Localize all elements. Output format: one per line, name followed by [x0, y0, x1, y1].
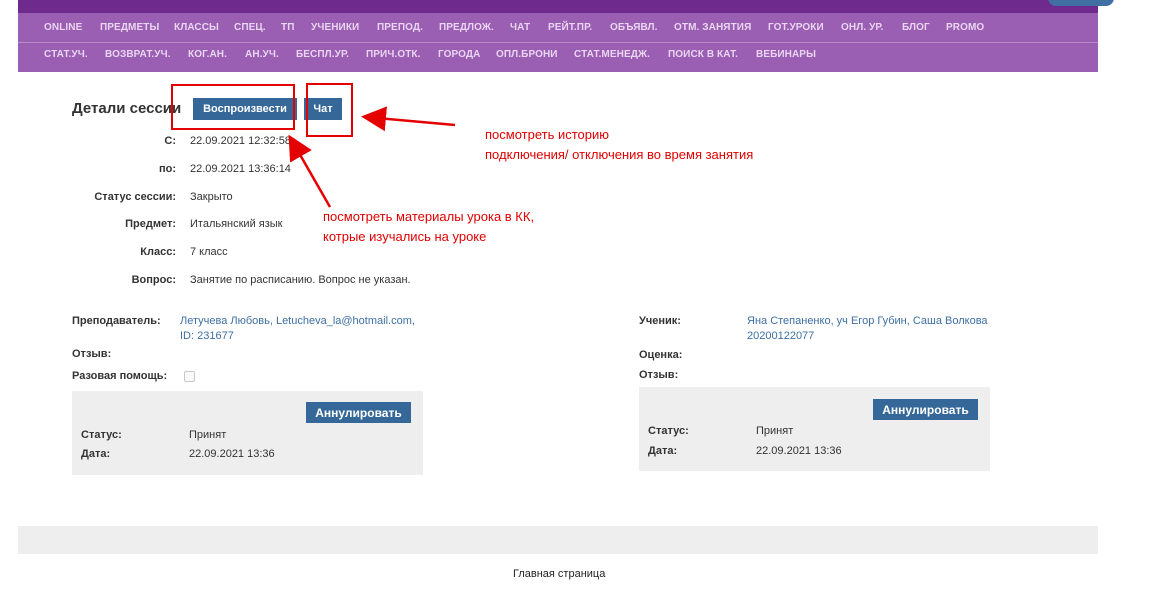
annotation-arrow-play [288, 134, 332, 208]
annotation-arrow-chat [361, 106, 456, 132]
annotation-chat-line1: посмотреть историю [485, 127, 610, 142]
annotation-chat-line2: подключения/ отключения во время занятия [485, 147, 754, 162]
annotation-arrows [288, 106, 456, 208]
annotation-play-line1: посмотреть материалы урока в КК, [323, 209, 535, 224]
annotation-play-line2: котрые изучались на уроке [323, 229, 487, 244]
